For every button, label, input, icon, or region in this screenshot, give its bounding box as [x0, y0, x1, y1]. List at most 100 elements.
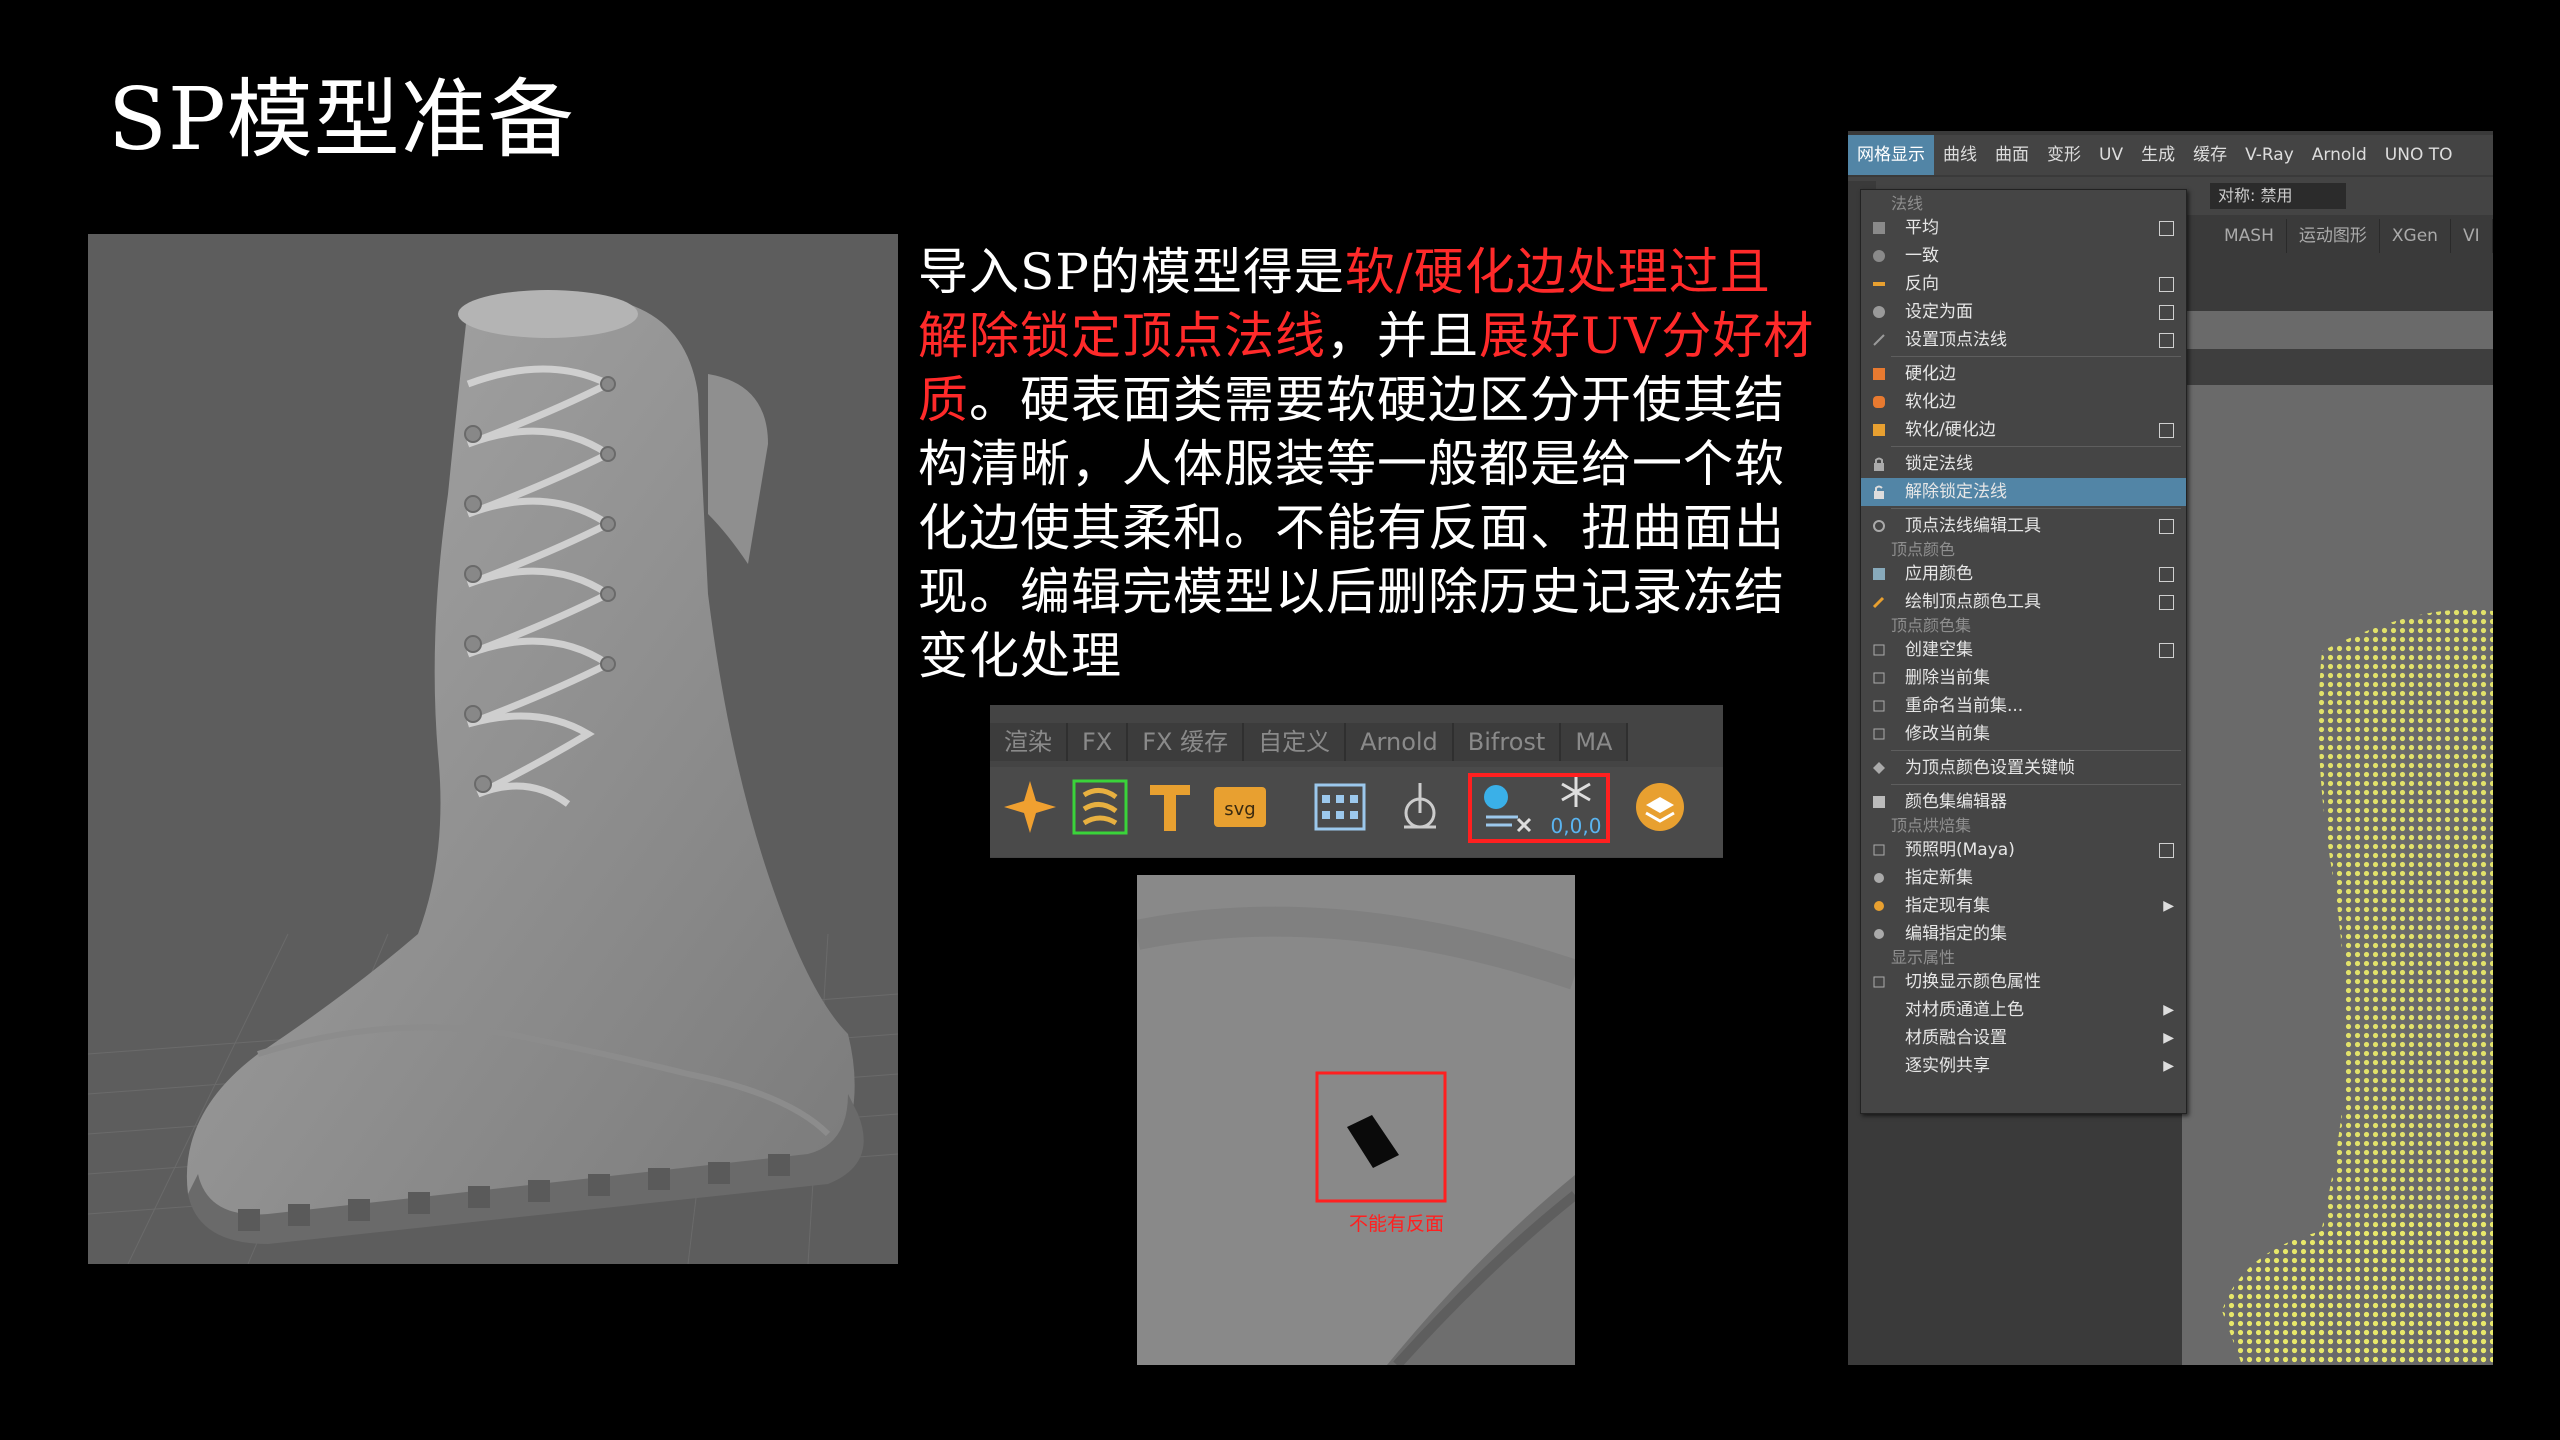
menu-icon [1871, 898, 1887, 914]
menu-item-soften-edge[interactable]: 软化边 [1861, 388, 2186, 416]
option-box[interactable] [2159, 519, 2174, 534]
shelf-tab[interactable]: FX 缓存 [1128, 723, 1245, 761]
surface-illustration [1137, 906, 1575, 1365]
menu-item-rename-current-set[interactable]: 重命名当前集... [1861, 692, 2186, 720]
option-box[interactable] [2159, 277, 2174, 292]
boot-render [88, 234, 898, 1264]
separator [1891, 784, 2181, 785]
menu-item-per-instance-sharing[interactable]: 逐实例共享 ▶ [1861, 1052, 2186, 1080]
menu-item-toggle-display-colors[interactable]: 切换显示颜色属性 [1861, 968, 2186, 996]
grid-editor-icon[interactable] [1310, 777, 1370, 837]
delete-history-icon[interactable] [1478, 777, 1538, 837]
menu-item-average[interactable]: 平均 [1861, 214, 2186, 242]
menu-icon [1871, 642, 1887, 658]
shelf-tab[interactable]: Arnold [1346, 723, 1454, 761]
menu-icon [1871, 870, 1887, 886]
menu-item-material-blend-setting[interactable]: 材质融合设置 ▶ [1861, 1024, 2186, 1052]
option-box[interactable] [2159, 643, 2174, 658]
menu-item-color-material-channel[interactable]: 对材质通道上色 ▶ [1861, 996, 2186, 1024]
option-box[interactable] [2159, 305, 2174, 320]
menu-item-assign-existing-set[interactable]: 指定现有集 ▶ [1861, 892, 2186, 920]
section-display-attributes: 显示属性 [1891, 948, 1956, 967]
menu-curves[interactable]: 曲线 [1934, 135, 1986, 175]
freeze-transform-icon[interactable]: 0,0,0 [1546, 775, 1606, 838]
symmetry-field[interactable]: 对称: 禁用 [2210, 183, 2346, 209]
shelf-tab[interactable]: FX [1068, 723, 1129, 761]
option-box[interactable] [2159, 567, 2174, 582]
separator [1891, 508, 2181, 509]
menu-item-assign-new-set[interactable]: 指定新集 [1861, 864, 2186, 892]
tab-motion-graphics[interactable]: 运动图形 [2287, 219, 2380, 253]
menu-item-prelight[interactable]: 预照明(Maya) [1861, 836, 2186, 864]
svg-text:svg: svg [1224, 799, 1255, 820]
menu-icon [1871, 670, 1887, 686]
menu-vray[interactable]: V-Ray [2236, 135, 2303, 175]
menu-item-apply-color[interactable]: 应用颜色 [1861, 560, 2186, 588]
para-text-3: 。硬表面类需要软硬边区分开使其结构清晰，人体服装等一般都是给一个软化边使其柔和。… [918, 371, 1785, 685]
menu-item-paint-vertex-color[interactable]: 绘制顶点颜色工具 [1861, 588, 2186, 616]
section-bake-sets: 顶点烘焙集 [1891, 816, 1972, 835]
menu-item-soften-harden-edge[interactable]: 软化/硬化边 [1861, 416, 2186, 444]
menu-uno[interactable]: UNO TO [2376, 135, 2462, 175]
menu-icon [1871, 698, 1887, 714]
menu-icon [1871, 276, 1887, 292]
menu-bar: 网格显示 曲线 曲面 变形 UV 生成 缓存 V-Ray Arnold UNO … [1848, 135, 2493, 175]
menu-item-lock-normals[interactable]: 锁定法线 [1861, 450, 2186, 478]
layer-icon[interactable] [1630, 777, 1690, 837]
menu-item-harden-edge[interactable]: 硬化边 [1861, 360, 2186, 388]
svg-tool-icon[interactable]: svg [1210, 777, 1270, 837]
reversed-face-closeup: 不能有反面 [1137, 875, 1575, 1365]
menu-surfaces[interactable]: 曲面 [1986, 135, 2038, 175]
menu-item-unlock-normals[interactable]: 解除锁定法线 [1861, 478, 2186, 506]
boot-illustration [88, 290, 898, 1264]
menu-item-key-vertex-color[interactable]: 为顶点颜色设置关键帧 [1861, 754, 2186, 782]
tab-mash[interactable]: MASH [2212, 219, 2287, 253]
menu-arnold[interactable]: Arnold [2303, 135, 2376, 175]
shelf-tab[interactable]: Bifrost [1453, 723, 1562, 761]
text-tool-icon[interactable] [1140, 777, 1200, 837]
menu-item-vertex-normal-edit-tool[interactable]: 顶点法线编辑工具 [1861, 512, 2186, 540]
option-box[interactable] [2159, 423, 2174, 438]
menu-mesh-display[interactable]: 网格显示 [1848, 135, 1934, 175]
menu-icon [1871, 304, 1887, 320]
menu-item-delete-current-set[interactable]: 删除当前集 [1861, 664, 2186, 692]
option-box[interactable] [2159, 221, 2174, 236]
menu-generate[interactable]: 生成 [2132, 135, 2184, 175]
menu-deform[interactable]: 变形 [2038, 135, 2090, 175]
menu-item-color-set-editor[interactable]: 颜色集编辑器 [1861, 788, 2186, 816]
transform-icon[interactable] [1070, 777, 1130, 837]
menu-item-set-vertex-normal[interactable]: 设置顶点法线 [1861, 326, 2186, 354]
freeze-readout: 0,0,0 [1550, 814, 1602, 838]
submenu-arrow-icon: ▶ [2163, 1002, 2174, 1018]
shelf-tab[interactable]: 渲染 [990, 723, 1068, 761]
separator [1891, 446, 2181, 447]
menu-item-set-to-face[interactable]: 设定为面 [1861, 298, 2186, 326]
submenu-arrow-icon: ▶ [2163, 1030, 2174, 1046]
submenu-arrow-icon: ▶ [2163, 1058, 2174, 1074]
menu-cache[interactable]: 缓存 [2184, 135, 2236, 175]
menu-item-reverse[interactable]: 反向 [1861, 270, 2186, 298]
menu-item-create-empty-set[interactable]: 创建空集 [1861, 636, 2186, 664]
para-text-1: 导入SP的模型得是 [918, 243, 1345, 301]
viewport-toolbar [2182, 349, 2493, 385]
menu-icon [1871, 394, 1887, 410]
menu-item-edit-assigned-sets[interactable]: 编辑指定的集 [1861, 920, 2186, 948]
shelf-tab[interactable]: MA [1561, 723, 1629, 761]
tab-vi[interactable]: VI [2451, 219, 2493, 253]
snowflake-icon [1561, 777, 1591, 807]
viewport-3d[interactable] [2182, 311, 2493, 1365]
menu-item-modify-current-set[interactable]: 修改当前集 [1861, 720, 2186, 748]
menu-icon [1871, 926, 1887, 942]
menu-uv[interactable]: UV [2090, 135, 2132, 175]
option-box[interactable] [2159, 843, 2174, 858]
option-box[interactable] [2159, 595, 2174, 610]
shelf-tab[interactable]: 自定义 [1244, 723, 1347, 761]
para-text-2: ，并且 [1326, 307, 1479, 365]
pivot-icon[interactable] [1390, 777, 1450, 837]
menu-icon [1871, 974, 1887, 990]
menu-item-conform[interactable]: 一致 [1861, 242, 2186, 270]
option-box[interactable] [2159, 333, 2174, 348]
star-icon[interactable] [1000, 777, 1060, 837]
tab-xgen[interactable]: XGen [2380, 219, 2451, 253]
lock-icon [1871, 456, 1887, 472]
